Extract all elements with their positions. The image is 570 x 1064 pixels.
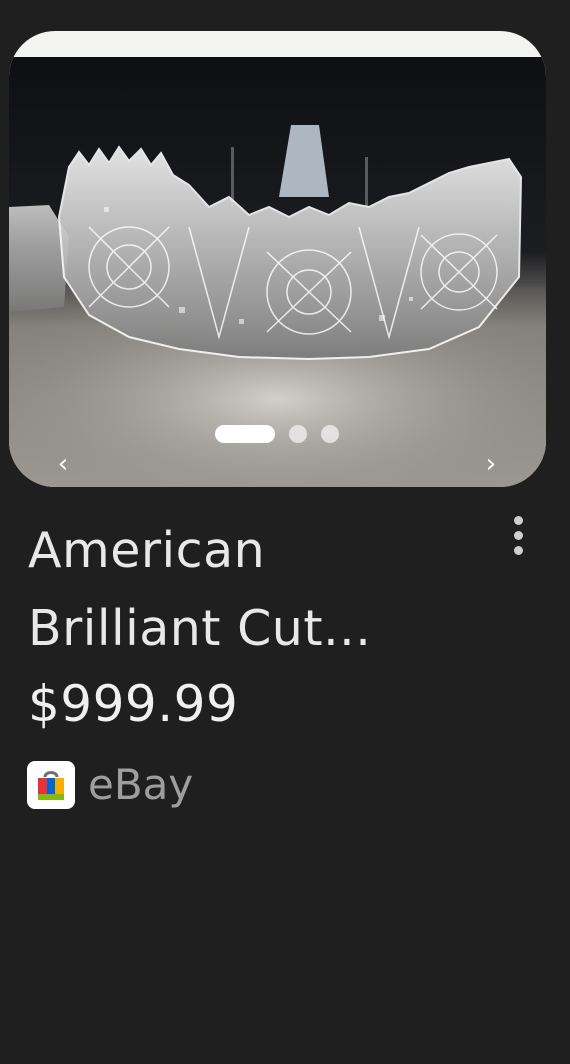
chevron-left-icon[interactable]: ‹ — [49, 450, 77, 478]
product-photo[interactable] — [9, 57, 546, 487]
carousel-dot-2[interactable] — [289, 425, 307, 443]
menu-dot — [513, 515, 523, 525]
product-image-carousel[interactable]: ‹ › — [9, 31, 546, 487]
carousel-dot-1[interactable] — [215, 425, 275, 443]
shopping-result-card[interactable]: ‹ › American Brilliant Cut... $999.99 eB… — [0, 0, 570, 1064]
chevron-right-icon[interactable]: › — [477, 450, 505, 478]
seller-name: eBay — [88, 760, 194, 809]
seller-row[interactable]: eBay — [27, 756, 193, 814]
carousel-page-indicator — [215, 424, 339, 444]
product-title[interactable]: American Brilliant Cut... — [28, 512, 458, 668]
more-vertical-icon[interactable] — [500, 512, 536, 558]
menu-dot — [513, 545, 523, 555]
menu-dot — [513, 530, 523, 540]
product-price: $999.99 — [28, 675, 239, 733]
carousel-dot-3[interactable] — [321, 425, 339, 443]
shopping-bag-icon — [27, 761, 75, 809]
